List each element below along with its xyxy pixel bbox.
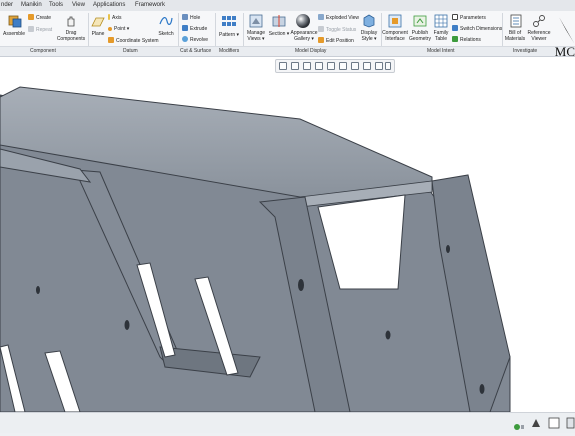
coordinate-system-button[interactable]: Coordinate System xyxy=(108,37,159,44)
relations-button[interactable]: Relations xyxy=(452,36,481,43)
create-button[interactable]: Create xyxy=(28,14,51,21)
view-toolbar xyxy=(275,59,395,73)
family-table-button[interactable]: Family Table xyxy=(430,30,452,42)
extrude-icon xyxy=(182,25,188,31)
pattern-icon xyxy=(221,14,237,33)
group-model-display: Model Display xyxy=(295,48,327,54)
revolve-icon xyxy=(182,36,188,42)
plane-button[interactable]: Plane xyxy=(89,31,107,37)
coordinate-system-icon xyxy=(108,37,114,43)
sketch-button[interactable]: Sketch xyxy=(156,31,176,37)
toggle-status-button[interactable]: Toggle Status xyxy=(318,26,356,33)
tab-framework[interactable]: Framework xyxy=(135,1,165,10)
graphics-viewport[interactable] xyxy=(0,57,575,412)
tab-render[interactable]: nder xyxy=(1,1,13,10)
appearance-gallery-button[interactable]: Appearance Gallery ▾ xyxy=(289,30,319,42)
pattern-button[interactable]: Pattern ▾ xyxy=(218,32,240,38)
component-interface-button[interactable]: Component Interface xyxy=(381,30,409,42)
refit-icon[interactable] xyxy=(279,62,287,70)
ribbon-group-labels: Component Datum Cut & Surface Modifiers … xyxy=(0,46,575,57)
relations-icon xyxy=(452,36,458,42)
bill-of-materials-button[interactable]: Bill of Materials xyxy=(503,30,527,42)
regen-status-icon xyxy=(514,418,524,436)
exploded-view-button[interactable]: Exploded View xyxy=(318,14,359,21)
status-bar xyxy=(0,412,575,433)
group-datum: Datum xyxy=(123,48,138,54)
reference-viewer-button[interactable]: Reference Viewer xyxy=(525,30,553,42)
hole-icon xyxy=(182,14,188,20)
axis-button[interactable]: Axis xyxy=(108,14,121,21)
smart-filter-icon[interactable] xyxy=(530,416,542,434)
hole-button[interactable]: Hole xyxy=(182,14,200,21)
group-modifiers: Modifiers xyxy=(219,48,240,54)
parameters-button[interactable]: Parameters xyxy=(452,14,486,21)
switch-dimensions-icon xyxy=(452,25,458,31)
zoom-in-icon[interactable] xyxy=(291,62,299,70)
part-model xyxy=(0,86,511,412)
extrude-button[interactable]: Extrude xyxy=(182,25,207,32)
tab-tools[interactable]: Tools xyxy=(49,1,63,10)
repaint-icon[interactable] xyxy=(315,62,323,70)
zoom-out-icon[interactable] xyxy=(303,62,311,70)
datum-display-icon[interactable] xyxy=(375,62,383,70)
exploded-view-icon xyxy=(318,14,324,20)
section-button[interactable]: Section ▾ xyxy=(268,31,290,37)
group-component: Component xyxy=(30,48,56,54)
group-cut-surface: Cut & Surface xyxy=(180,48,212,54)
status-extra-icon[interactable] xyxy=(566,416,575,434)
perspective-icon[interactable] xyxy=(363,62,371,70)
axis-icon xyxy=(108,14,110,20)
point-icon xyxy=(108,27,112,31)
revolve-button[interactable]: Revolve xyxy=(182,36,208,43)
view-manager-icon[interactable] xyxy=(351,62,359,70)
parameters-icon xyxy=(452,14,458,20)
selection-filter-icon[interactable] xyxy=(548,416,560,434)
manage-views-button[interactable]: Manage Views ▾ xyxy=(244,30,268,42)
repeat-button[interactable]: Repeat xyxy=(28,26,52,33)
publish-geometry-button[interactable]: Publish Geometry xyxy=(408,30,432,42)
create-icon xyxy=(28,14,34,20)
edit-position-icon xyxy=(318,37,324,43)
group-model-intent: Model Intent xyxy=(427,48,455,54)
edit-position-button[interactable]: Edit Position xyxy=(318,37,354,44)
switch-dimensions-button[interactable]: Switch Dimensions xyxy=(452,25,502,32)
tab-applications[interactable]: Applications xyxy=(93,1,125,10)
spin-center-icon[interactable] xyxy=(385,62,391,70)
point-button[interactable]: Point ▾ xyxy=(108,26,129,32)
tab-manikin[interactable]: Manikin xyxy=(21,1,42,10)
drag-components-button[interactable]: Drag Components xyxy=(56,30,86,42)
toggle-status-icon xyxy=(318,26,324,32)
group-investigate: Investigate xyxy=(513,48,538,54)
display-style-button[interactable]: Display Style ▾ xyxy=(357,30,381,42)
repeat-icon xyxy=(28,26,34,32)
tab-view[interactable]: View xyxy=(72,1,85,10)
assemble-button[interactable]: Assemble xyxy=(2,31,26,37)
display-style-view-icon[interactable] xyxy=(327,62,335,70)
saved-orientations-icon[interactable] xyxy=(339,62,347,70)
